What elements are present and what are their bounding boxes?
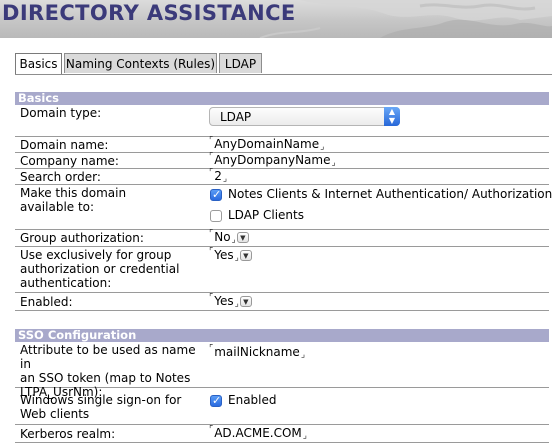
chevron-down-icon[interactable]: ▼ (239, 296, 252, 307)
field-bracket-icon: ⌟ (234, 299, 239, 309)
row-use-exclusively: Use exclusively for group authorization … (15, 247, 549, 293)
field-bracket-icon: ⌟ (331, 158, 336, 168)
search-order-field[interactable]: ⌜2⌟ (209, 169, 227, 184)
page-title: DIRECTORY ASSISTANCE (2, 1, 296, 25)
search-order-label: Search order: (20, 170, 101, 184)
domain-type-select[interactable]: LDAP ▲ ▼ (209, 107, 400, 126)
use-exclusively-value: Yes (214, 248, 234, 262)
notes-clients-checkbox[interactable] (210, 188, 222, 201)
windows-sso-label: Windows single sign-on for Web clients (20, 393, 182, 421)
section-header-basics: Basics (15, 92, 549, 105)
domain-type-value: LDAP (220, 110, 252, 124)
row-domain-type: Domain type: LDAP ▲ ▼ (15, 105, 549, 137)
windows-sso-checkbox[interactable] (210, 394, 222, 407)
field-bracket-icon: ⌟ (302, 431, 308, 441)
enabled-label: Enabled: (20, 295, 73, 309)
kerberos-value: AD.ACME.COM (214, 426, 302, 440)
sso-attribute-field[interactable]: ⌜mailNickname⌟ (209, 345, 305, 360)
field-bracket-icon: ⌜ (209, 136, 214, 146)
domain-name-label: Domain name: (20, 138, 109, 152)
field-bracket-icon: ⌜ (209, 247, 214, 257)
tab-divider (15, 74, 552, 75)
available-to-label: Make this domain available to: (20, 186, 127, 214)
enabled-field[interactable]: ⌜Yes⌟ ▼ (209, 294, 252, 309)
row-kerberos: Kerberos realm: ⌜AD.ACME.COM⌟ (15, 425, 549, 443)
row-search-order: Search order: ⌜2⌟ (15, 169, 549, 185)
domain-name-value: AnyDomainName (214, 137, 320, 151)
group-authorization-value: No (214, 230, 231, 244)
chevron-down-icon[interactable]: ▼ (236, 232, 249, 243)
use-exclusively-label: Use exclusively for group authorization … (20, 248, 180, 290)
field-bracket-icon: ⌟ (234, 253, 239, 263)
field-bracket-icon: ⌟ (320, 142, 325, 152)
field-bracket-icon: ⌜ (209, 152, 214, 162)
field-bracket-icon: ⌜ (209, 344, 214, 354)
company-name-field[interactable]: ⌜AnyDompanyName⌟ (209, 153, 336, 168)
ldap-clients-label: LDAP Clients (228, 208, 304, 222)
field-bracket-icon: ⌜ (209, 425, 214, 435)
field-bracket-icon: ⌟ (222, 174, 228, 184)
row-domain-name: Domain name: ⌜AnyDomainName⌟ (15, 137, 549, 153)
kerberos-field[interactable]: ⌜AD.ACME.COM⌟ (209, 426, 307, 441)
domain-name-field[interactable]: ⌜AnyDomainName⌟ (209, 137, 324, 152)
section-header-sso: SSO Configuration (15, 329, 549, 342)
row-sso-attribute: Attribute to be used as name in an SSO t… (15, 342, 549, 399)
field-bracket-icon: ⌜ (209, 293, 214, 303)
row-available-to: Make this domain available to: Notes Cli… (15, 185, 552, 230)
header-banner: DIRECTORY ASSISTANCE (0, 0, 552, 38)
notes-clients-label: Notes Clients & Internet Authentication/… (228, 187, 552, 201)
tab-naming-contexts[interactable]: Naming Contexts (Rules) (64, 53, 217, 73)
enabled-value: Yes (214, 294, 234, 308)
tab-ldap[interactable]: LDAP (219, 53, 262, 73)
row-group-authorization: Group authorization: ⌜No⌟ ▼ (15, 230, 549, 247)
field-bracket-icon: ⌜ (209, 229, 214, 239)
kerberos-label: Kerberos realm: (20, 427, 116, 441)
sso-attribute-value: mailNickname (214, 345, 300, 359)
company-name-label: Company name: (20, 154, 119, 168)
search-order-value: 2 (214, 169, 222, 183)
tab-basics[interactable]: Basics (15, 53, 62, 75)
row-enabled: Enabled: ⌜Yes⌟ ▼ (15, 293, 549, 311)
use-exclusively-field[interactable]: ⌜Yes⌟ ▼ (209, 248, 252, 263)
field-bracket-icon: ⌜ (209, 168, 214, 178)
row-windows-sso: Windows single sign-on for Web clients E… (15, 388, 549, 425)
up-down-arrows-icon: ▲ ▼ (384, 107, 400, 126)
field-bracket-icon: ⌟ (231, 235, 236, 245)
ldap-clients-checkbox[interactable] (210, 210, 222, 222)
windows-sso-checkbox-label: Enabled (228, 393, 277, 407)
group-authorization-field[interactable]: ⌜No⌟ ▼ (209, 230, 249, 245)
row-company-name: Company name: ⌜AnyDompanyName⌟ (15, 153, 549, 169)
chevron-down-icon[interactable]: ▼ (239, 250, 252, 261)
company-name-value: AnyDompanyName (214, 153, 331, 167)
group-authorization-label: Group authorization: (20, 231, 144, 245)
field-bracket-icon: ⌟ (300, 350, 306, 360)
domain-type-label: Domain type: (20, 106, 102, 120)
